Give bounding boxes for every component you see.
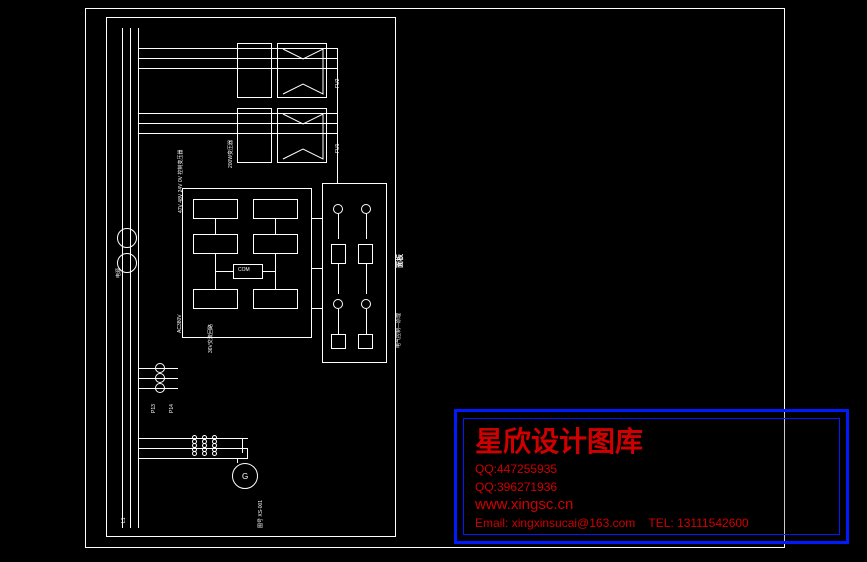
- source-circle-1: [117, 228, 137, 248]
- watermark-contact: Email: xingxinsucai@163.com TEL: 1311154…: [475, 514, 828, 532]
- title-sub: 电气控制—原理: [395, 313, 402, 348]
- terminal-a1: [333, 204, 343, 214]
- drawing-frame: L1 电源 FU2 FU1 200W变压器: [106, 17, 396, 537]
- bus-l3: [138, 28, 139, 528]
- bus-l2: [130, 28, 131, 528]
- watermark-url: www.xingsc.cn: [475, 496, 828, 514]
- aux-panel: [322, 183, 387, 363]
- coil-group-1: [192, 435, 197, 455]
- p13-label: P13: [151, 404, 157, 413]
- contactor-block-2: [237, 108, 272, 163]
- terminal-a2: [361, 204, 371, 214]
- tel-value: 13111542600: [677, 516, 749, 530]
- relay-km1-a: [193, 199, 238, 219]
- cap-label: 47V 48V 24V 0V 控制变压器: [177, 150, 184, 213]
- email-label: Email:: [475, 516, 508, 530]
- terminal-b2: [361, 299, 371, 309]
- coil-group-2: [202, 435, 207, 455]
- coil-group-3: [212, 435, 217, 455]
- relay-fr1: [193, 289, 238, 309]
- fuse-c3: [155, 383, 165, 393]
- relay-fr2: [253, 289, 298, 309]
- fu2-label: FU2: [335, 79, 341, 88]
- title-main: 面板: [395, 254, 405, 268]
- drawing-ref: 图号 XS-001: [257, 500, 264, 528]
- watermark-panel: 星欣设计图库 QQ:447255935 QQ:396271936 www.xin…: [454, 409, 849, 544]
- aux-sw-4: [358, 334, 373, 349]
- g-label: G: [242, 472, 248, 481]
- contactor-block-1: [237, 43, 272, 98]
- fuse-c2: [155, 373, 165, 383]
- tel-label: TEL:: [648, 516, 673, 530]
- fuse-c1: [155, 363, 165, 373]
- watermark-title: 星欣设计图库: [475, 420, 828, 460]
- email-value: xingxinsucai@163.com: [512, 516, 636, 530]
- aux-sw-3: [331, 334, 346, 349]
- overload-block-1: [277, 43, 327, 98]
- com-label: COM: [238, 267, 250, 273]
- control-block: COM: [182, 188, 312, 338]
- p14-label: P14: [169, 404, 175, 413]
- relay-km2-b: [253, 234, 298, 254]
- bus-l1: [122, 28, 123, 528]
- source-label: 电源: [115, 268, 122, 278]
- relay-km1-b: [253, 199, 298, 219]
- relay-km2-a: [193, 234, 238, 254]
- bus380-label: AC380V: [177, 314, 183, 333]
- xt-label: 200W变压器: [227, 140, 234, 168]
- watermark-qq2: QQ:396271936: [475, 478, 828, 496]
- fu1-label: FU1: [335, 144, 341, 153]
- l1-label: L1: [121, 517, 127, 523]
- watermark-qq1: QQ:447255935: [475, 460, 828, 478]
- aux-sw-2: [358, 244, 373, 264]
- terminal-b1: [333, 299, 343, 309]
- label-36v: 36V交流回路: [207, 324, 214, 353]
- aux-sw-1: [331, 244, 346, 264]
- overload-block-2: [277, 108, 327, 163]
